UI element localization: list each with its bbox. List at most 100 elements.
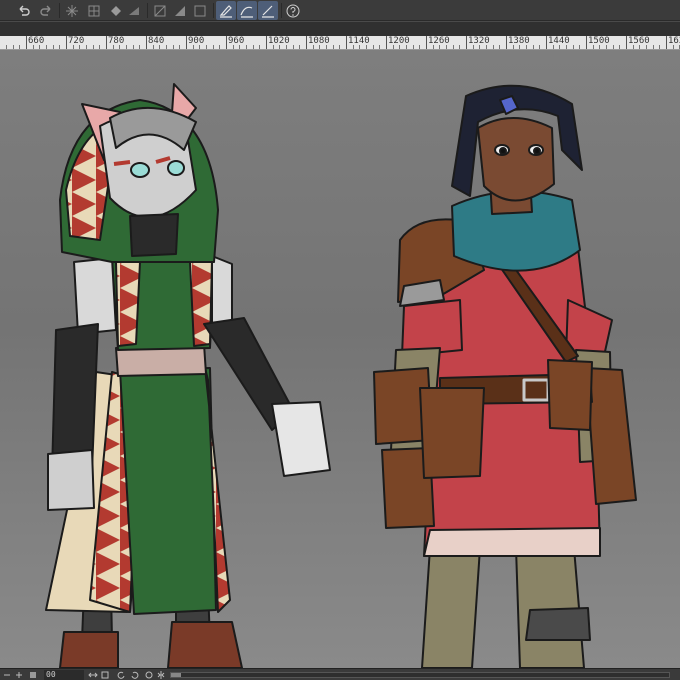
ruler-major-tick (586, 36, 587, 49)
ruler-minor-tick (519, 45, 521, 49)
ruler-minor-tick (379, 45, 381, 49)
ruler-minor-tick (132, 45, 134, 49)
ruler-minor-tick (319, 45, 321, 49)
ruler-minor-tick (119, 45, 121, 49)
ruler-minor-tick (612, 45, 614, 49)
girl-character (373, 84, 637, 668)
ruler-minor-tick (199, 45, 201, 49)
ruler-minor-tick (86, 45, 87, 49)
ruler-minor-tick (419, 45, 421, 49)
zoom-in-icon[interactable] (14, 670, 24, 680)
ruler-minor-tick (566, 45, 567, 49)
ruler-label: 780 (108, 36, 125, 46)
ruler-minor-tick (192, 45, 194, 49)
ruler-major-tick (626, 36, 627, 49)
ruler-minor-tick (532, 45, 534, 49)
ruler-minor-tick (559, 45, 561, 49)
help-icon[interactable] (283, 1, 303, 20)
zoom-input[interactable]: 00 (44, 670, 84, 680)
drawing-canvas[interactable] (0, 50, 680, 668)
fill-select-icon[interactable] (106, 1, 126, 20)
toolbar (0, 0, 680, 21)
grid-select-icon[interactable] (84, 1, 104, 20)
redo-icon[interactable] (36, 1, 56, 20)
fill-select-icon-2[interactable] (124, 1, 144, 20)
undo-icon[interactable] (14, 1, 34, 20)
ruler-minor-tick (326, 45, 327, 49)
pen-stroke-icon[interactable] (216, 1, 236, 20)
square-icon[interactable] (190, 1, 210, 20)
ruler-label: 720 (68, 36, 85, 46)
ruler-minor-tick (472, 45, 474, 49)
ruler-label: 960 (228, 36, 245, 46)
zoom-slider[interactable] (170, 672, 670, 678)
ruler-minor-tick (512, 45, 514, 49)
ruler-minor-tick (492, 45, 494, 49)
ruler-minor-tick (272, 45, 274, 49)
ruler-minor-tick (392, 45, 394, 49)
ruler-minor-tick (672, 45, 674, 49)
ruler-minor-tick (279, 45, 281, 49)
ruler-minor-tick (539, 45, 541, 49)
diagonal-shape-icon[interactable] (170, 1, 190, 20)
ruler-label: 900 (188, 36, 205, 46)
ruler-minor-tick (232, 45, 234, 49)
ruler-minor-tick (332, 45, 334, 49)
ruler-minor-tick (312, 45, 314, 49)
tab-strip (0, 22, 680, 36)
ruler-major-tick (426, 36, 427, 49)
zoom-out-icon[interactable] (2, 670, 12, 680)
ruler-major-tick (106, 36, 107, 49)
brush-stroke-icon[interactable] (258, 1, 278, 20)
ruler-minor-tick (286, 45, 287, 49)
reset-rotation-icon[interactable] (144, 670, 154, 680)
ruler-minor-tick (592, 45, 594, 49)
ruler-minor-tick (652, 45, 654, 49)
ruler-major-tick (186, 36, 187, 49)
ruler-major-tick (386, 36, 387, 49)
ruler-minor-tick (432, 45, 434, 49)
zoom-slider-thumb[interactable] (171, 673, 181, 677)
ruler-minor-tick (639, 45, 641, 49)
ruler-major-tick (66, 36, 67, 49)
ruler-minor-tick (599, 45, 601, 49)
ruler-minor-tick (92, 45, 94, 49)
fit-width-icon[interactable] (88, 670, 98, 680)
ruler-minor-tick (606, 45, 607, 49)
curve-stroke-icon[interactable] (237, 1, 257, 20)
ruler-major-tick (346, 36, 347, 49)
ruler-minor-tick (219, 45, 221, 49)
ruler-minor-tick (99, 45, 101, 49)
ruler-minor-tick (19, 45, 21, 49)
ruler-minor-tick (112, 45, 114, 49)
rotate-left-icon[interactable] (116, 670, 126, 680)
ruler-minor-tick (12, 45, 14, 49)
sparkle-select-icon[interactable] (62, 1, 82, 20)
ruler-major-tick (546, 36, 547, 49)
ruler-minor-tick (646, 45, 647, 49)
ruler-minor-tick (206, 45, 207, 49)
ruler-minor-tick (579, 45, 581, 49)
ruler-minor-tick (259, 45, 261, 49)
no-line-icon[interactable] (150, 1, 170, 20)
ruler-minor-tick (366, 45, 367, 49)
ruler-minor-tick (72, 45, 74, 49)
flip-icon[interactable] (156, 670, 166, 680)
actual-size-icon[interactable] (100, 670, 110, 680)
ruler-major-tick (506, 36, 507, 49)
rotate-right-icon[interactable] (130, 670, 140, 680)
ruler-major-tick (26, 36, 27, 49)
ruler-minor-tick (166, 45, 167, 49)
ruler-minor-tick (572, 45, 574, 49)
ruler-minor-tick (126, 45, 127, 49)
fit-icon[interactable] (28, 670, 38, 680)
ruler-minor-tick (659, 45, 661, 49)
ruler-minor-tick (52, 45, 54, 49)
ruler-minor-tick (486, 45, 487, 49)
ruler-minor-tick (552, 45, 554, 49)
ruler-minor-tick (406, 45, 407, 49)
ruler-minor-tick (446, 45, 447, 49)
ruler-minor-tick (46, 45, 47, 49)
ruler-major-tick (266, 36, 267, 49)
ruler-minor-tick (352, 45, 354, 49)
